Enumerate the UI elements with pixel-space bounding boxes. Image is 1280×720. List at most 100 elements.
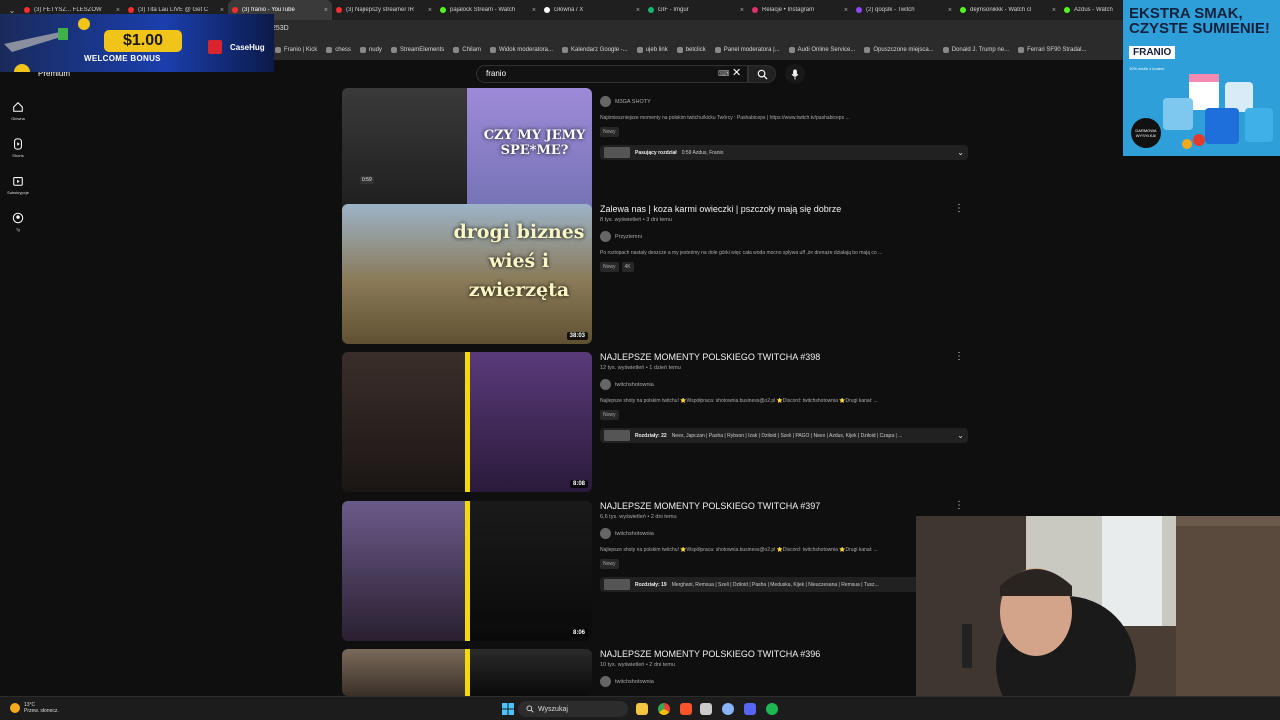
channel-name[interactable]: twitchshotownia	[615, 531, 654, 537]
close-tab-icon[interactable]: ×	[220, 7, 224, 14]
app-icon[interactable]	[700, 703, 712, 715]
search-input[interactable]	[476, 65, 748, 83]
clear-search-icon[interactable]: ✕	[732, 66, 741, 79]
channel-row[interactable]: Przyziemni	[600, 231, 960, 242]
settings-icon[interactable]	[722, 703, 734, 715]
search-result[interactable]: drogi biznes wieś i zwierzęta 38:03 Zalewa…	[342, 204, 968, 344]
browser-tab[interactable]: (3) Najlepszy streamer IR ×	[332, 0, 436, 20]
browser-tab[interactable]: (2) qoqslk - Twitch ×	[852, 0, 956, 20]
guide-item[interactable]: Główna	[0, 92, 36, 129]
chapters-row[interactable]: Pasujący rozdział 0:59 Azdus, Franio ⌄	[600, 145, 968, 160]
chevron-down-icon[interactable]: ⌄	[957, 431, 964, 440]
video-title[interactable]: NAJLEPSZE MOMENTY POLSKIEGO TWITCHA #396	[600, 649, 950, 659]
video-title[interactable]: NAJLEPSZE MOMENTY POLSKIEGO TWITCHA #398	[600, 352, 950, 362]
channel-name[interactable]: twitchshotownia	[615, 679, 654, 685]
close-tab-icon[interactable]: ×	[636, 7, 640, 14]
knife-icon	[4, 18, 90, 72]
guide-item[interactable]: Shorts	[0, 129, 36, 166]
video-meta: 6,6 tys. wyświetleń • 2 dni temu	[600, 514, 677, 520]
channel-avatar[interactable]	[600, 379, 611, 390]
weather-widget[interactable]: 13°C Przew. słonecz.	[10, 702, 59, 714]
file-explorer-icon[interactable]	[636, 703, 648, 715]
channel-avatar[interactable]	[600, 96, 611, 107]
more-actions-icon[interactable]: ⋮	[954, 352, 964, 362]
video-title[interactable]: Zalewa nas | koza karmi owieczki | pszcz…	[600, 204, 950, 214]
chapters-row[interactable]: Rozdziały: 19 Merghani, Remsua | Szeli | …	[600, 577, 968, 592]
channel-row[interactable]: twitchshotownia	[600, 379, 960, 390]
weather-text: Przew. słonecz.	[24, 708, 59, 714]
bookmark-item[interactable]: Widok moderatora...	[489, 47, 553, 53]
search-result[interactable]: 8:08 NAJLEPSZE MOMENTY POLSKIEGO TWITCHA …	[342, 352, 968, 492]
channel-row[interactable]: M3GA SHOTY	[600, 96, 960, 107]
keyboard-icon[interactable]: ⌨	[718, 69, 730, 78]
chapter-thumbnail	[604, 430, 630, 441]
search-result[interactable]: 8:06 NAJLEPSZE MOMENTY POLSKIEGO TWITCHA …	[342, 501, 968, 641]
bookmark-item[interactable]: Ferrari SF90 Stradal...	[1018, 47, 1086, 53]
bookmark-label: betclick	[685, 47, 706, 53]
video-thumbnail[interactable]	[342, 649, 592, 696]
close-tab-icon[interactable]: ×	[844, 7, 848, 14]
close-tab-icon[interactable]: ×	[324, 7, 328, 14]
bookmark-item[interactable]: Chilam	[453, 47, 481, 53]
browser-tab[interactable]: dejmsonikkk - Watch cl ×	[956, 0, 1060, 20]
taskbar-search[interactable]: Wyszukaj	[518, 701, 628, 717]
tab-favicon-icon	[440, 7, 446, 13]
channel-row[interactable]: twitchshotownia	[600, 528, 960, 539]
bookmark-item[interactable]: Opuszczone miejsca...	[864, 47, 934, 53]
close-tab-icon[interactable]: ×	[740, 7, 744, 14]
discord-icon[interactable]	[744, 703, 756, 715]
tab-label: dejmsonikkk - Watch cl	[970, 7, 1032, 13]
bookmark-label: ujeb link	[645, 47, 668, 53]
voice-search-button[interactable]	[785, 64, 805, 84]
chapters-row[interactable]: Rozdziały: 22 Neex, Japczan | Pasha | Ryb…	[600, 428, 968, 443]
guide-item[interactable]: Subskrypcje	[0, 166, 36, 203]
close-tab-icon[interactable]: ×	[116, 7, 120, 14]
bookmark-item[interactable]: Franio | Kick	[275, 47, 317, 53]
channel-avatar[interactable]	[600, 528, 611, 539]
channel-name[interactable]: twitchshotownia	[615, 382, 654, 388]
guide-item[interactable]: Ty	[0, 203, 36, 240]
bookmark-item[interactable]: Audi Online Service...	[788, 47, 855, 53]
chevron-down-icon[interactable]: ⌄	[957, 148, 964, 157]
brave-icon[interactable]	[680, 703, 692, 715]
video-info: Zalewa nas | koza karmi owieczki | pszcz…	[600, 204, 960, 272]
webcam-overlay	[916, 516, 1280, 720]
search-result[interactable]: NAJLEPSZE MOMENTY POLSKIEGO TWITCHA #396…	[342, 649, 968, 696]
more-actions-icon[interactable]: ⋮	[954, 501, 964, 511]
channel-avatar[interactable]	[600, 676, 611, 687]
tab-favicon-icon	[24, 7, 30, 13]
bookmark-item[interactable]: betclick	[676, 47, 706, 53]
close-tab-icon[interactable]: ×	[948, 7, 952, 14]
screen: ⌄ (3) FETYSZ... FLESZOW × (3) Tita Lau LIV…	[0, 0, 1280, 720]
bookmark-item[interactable]: Donald J. Trump ne...	[942, 47, 1009, 53]
video-thumbnail[interactable]: 8:06	[342, 501, 592, 641]
browser-tab[interactable]: Główna / X ×	[540, 0, 644, 20]
channel-avatar[interactable]	[600, 231, 611, 242]
bookmark-item[interactable]: StreamElements	[390, 47, 444, 53]
tab-favicon-icon	[544, 7, 550, 13]
video-thumbnail[interactable]: drogi biznes wieś i zwierzęta 38:03	[342, 204, 592, 344]
windows-start-icon[interactable]	[502, 703, 514, 715]
bookmark-item[interactable]: Panel moderatora |...	[714, 47, 780, 53]
bookmark-item[interactable]: Kalendarz Google -...	[562, 47, 628, 53]
webcam-scene-image	[916, 516, 1280, 720]
spotify-icon[interactable]	[766, 703, 778, 715]
search-button[interactable]	[748, 65, 776, 83]
close-tab-icon[interactable]: ×	[532, 7, 536, 14]
channel-name[interactable]: M3GA SHOTY	[615, 99, 651, 105]
channel-row[interactable]: twitchshotownia	[600, 676, 960, 687]
browser-tab[interactable]: GIF - Imgur ×	[644, 0, 748, 20]
close-tab-icon[interactable]: ×	[428, 7, 432, 14]
bookmark-item[interactable]: ujeb link	[636, 47, 668, 53]
you-icon	[12, 212, 24, 223]
browser-tab[interactable]: Relacje • Instagram ×	[748, 0, 852, 20]
more-actions-icon[interactable]: ⋮	[954, 204, 964, 214]
browser-tab[interactable]: pajalock Stream - Watch ×	[436, 0, 540, 20]
video-title[interactable]: NAJLEPSZE MOMENTY POLSKIEGO TWITCHA #397	[600, 501, 950, 511]
bookmark-item[interactable]: chess	[326, 47, 351, 53]
video-thumbnail[interactable]: 8:08	[342, 352, 592, 492]
chrome-icon[interactable]	[658, 703, 670, 715]
bookmark-item[interactable]: nudy	[359, 47, 382, 53]
channel-name[interactable]: Przyziemni	[615, 234, 642, 240]
close-tab-icon[interactable]: ×	[1052, 7, 1056, 14]
